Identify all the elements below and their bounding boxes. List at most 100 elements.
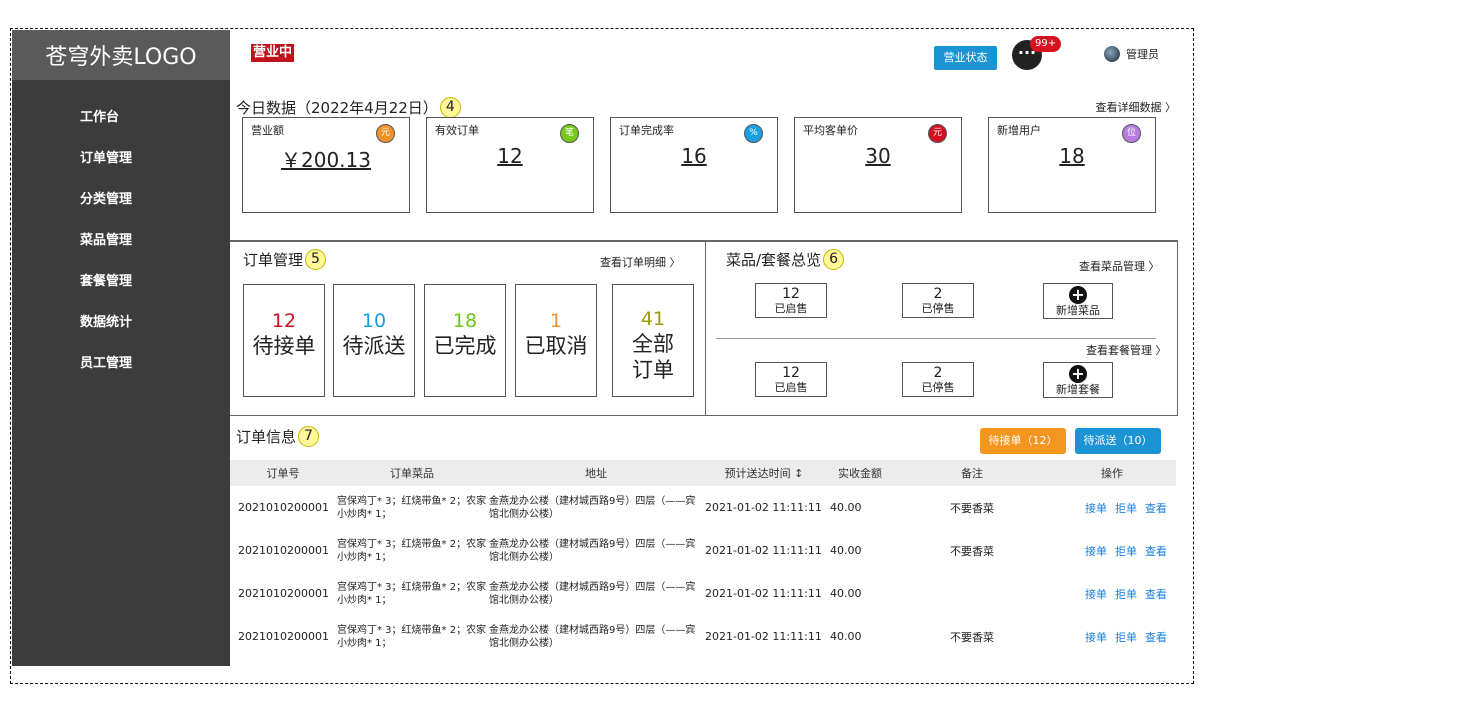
order-amount: 40.00 [830, 630, 862, 643]
order-note: 不要香菜 [950, 544, 994, 558]
order-note: 不要香菜 [950, 501, 994, 515]
order-id: 2021010200001 [238, 501, 329, 514]
sidebar-item-orders[interactable]: 订单管理 [80, 149, 230, 190]
view-order-detail-link[interactable]: 查看订单明细 〉 [600, 254, 681, 270]
order-amount: 40.00 [830, 587, 862, 600]
sidebar-item-workbench[interactable]: 工作台 [80, 108, 230, 149]
order-status-box[interactable]: 1 已取消 [515, 284, 597, 397]
section-marker-7: 7 [298, 426, 320, 447]
view-order-link[interactable]: 查看 [1145, 545, 1167, 558]
stat-icon: % [744, 124, 763, 143]
order-eta: 2021-01-02 11:11:11 [705, 630, 822, 643]
combo-off-sale-label: 已停售 [921, 381, 955, 394]
order-count: 12 [271, 310, 297, 332]
add-dish-button[interactable]: + 新增菜品 [1043, 283, 1113, 319]
dish-off-sale-box[interactable]: 2 已停售 [902, 283, 974, 318]
stat-value: 18 [1059, 144, 1085, 168]
view-order-link[interactable]: 查看 [1145, 631, 1167, 644]
view-detail-data-link[interactable]: 查看详细数据 〉 [1096, 99, 1177, 115]
sidebar-item-dishes[interactable]: 菜品管理 [80, 231, 230, 272]
view-combo-management-link[interactable]: 查看套餐管理 〉 [1086, 342, 1167, 358]
sidebar-item-categories[interactable]: 分类管理 [80, 190, 230, 231]
stat-value: 30 [865, 144, 891, 168]
app-logo: 苍穹外卖LOGO [12, 30, 230, 80]
col-amount: 实收金额 [824, 460, 896, 486]
order-address: 金燕龙办公楼（建材城西路9号）四层（——宾馆北侧办公楼） [489, 624, 696, 649]
business-status-button[interactable]: 营业状态 [934, 46, 997, 70]
accept-order-link[interactable]: 接单 [1085, 588, 1107, 601]
dish-on-sale-box[interactable]: 12 已启售 [755, 283, 827, 318]
combo-off-sale-box[interactable]: 2 已停售 [902, 362, 974, 397]
view-order-link[interactable]: 查看 [1145, 588, 1167, 601]
stat-label: 订单完成率 [619, 124, 674, 137]
order-address: 金燕龙办公楼（建材城西路9号）四层（——宾馆北侧办公楼） [489, 538, 696, 563]
order-count: 18 [452, 310, 478, 332]
order-status-box[interactable]: 41 全部 订单 [612, 284, 694, 397]
sidebar-item-combos[interactable]: 套餐管理 [80, 272, 230, 313]
order-id: 2021010200001 [238, 544, 329, 557]
col-dishes: 订单菜品 [336, 460, 488, 486]
stat-card: 订单完成率% 16 [610, 117, 778, 213]
order-dishes: 宫保鸡丁* 3；红烧带鱼* 2；农家小炒肉* 1； [337, 538, 487, 563]
order-status-label: 已取消 [524, 334, 588, 358]
sidebar-item-employees[interactable]: 员工管理 [80, 354, 230, 395]
col-eta[interactable]: 预计送达时间 ↕ [704, 460, 824, 486]
sidebar-nav: 工作台 订单管理 分类管理 菜品管理 套餐管理 数据统计 员工管理 [12, 80, 230, 395]
order-count: 41 [640, 308, 666, 330]
order-status-box[interactable]: 10 待派送 [333, 284, 415, 397]
order-eta: 2021-01-02 11:11:11 [705, 544, 822, 557]
order-management-section: 订单管理 5 查看订单明细 〉 12 待接单 10 待派送 18 已完成 1 已取消 41 全部 … [230, 241, 706, 416]
reject-order-link[interactable]: 拒单 [1115, 545, 1137, 558]
plus-icon: + [1069, 286, 1087, 304]
table-row: 2021010200001 宫保鸡丁* 3；红烧带鱼* 2；农家小炒肉* 1； 金燕… [230, 572, 1176, 615]
stat-value: 12 [497, 144, 523, 168]
combo-on-sale-box[interactable]: 12 已启售 [755, 362, 827, 397]
order-amount: 40.00 [830, 544, 862, 557]
order-actions: 接单拒单查看 [1048, 486, 1176, 529]
accept-order-link[interactable]: 接单 [1085, 545, 1107, 558]
order-note [896, 572, 1048, 615]
order-actions: 接单拒单查看 [1048, 658, 1176, 666]
order-id: 2021010200001 [230, 658, 336, 666]
section-marker-4: 4 [439, 97, 461, 118]
section-marker-5: 5 [305, 249, 327, 270]
order-address: 金燕龙办公楼（建材城西路9号）四层（——宾馆北侧办公楼） [489, 495, 696, 520]
sidebar-item-statistics[interactable]: 数据统计 [80, 313, 230, 354]
order-status-box[interactable]: 12 待接单 [243, 284, 325, 397]
pending-orders-button[interactable]: 待接单（12） [980, 428, 1066, 454]
combo-on-sale-label: 已启售 [774, 381, 808, 394]
message-badge: 99+ [1030, 36, 1062, 52]
reject-order-link[interactable]: 拒单 [1115, 502, 1137, 515]
dish-on-sale-label: 已启售 [774, 302, 808, 315]
col-actions: 操作 [1048, 460, 1176, 486]
view-dish-management-link[interactable]: 查看菜品管理 〉 [1079, 258, 1160, 274]
stat-value: 16 [681, 144, 707, 168]
add-combo-button[interactable]: + 新增套餐 [1043, 362, 1113, 398]
accept-order-link[interactable]: 接单 [1085, 502, 1107, 515]
admin-menu[interactable]: 管理员 [1104, 46, 1159, 62]
order-eta: 2021-01-02 11:11:11 [705, 587, 822, 600]
stat-value: ￥200.13 [281, 148, 371, 172]
app-window: 苍穹外卖LOGO 工作台 订单管理 分类管理 菜品管理 套餐管理 数据统计 员工… [12, 30, 1180, 666]
add-combo-label: 新增套餐 [1056, 383, 1100, 396]
order-title-text: 订单管理 [243, 251, 304, 269]
add-dish-label: 新增菜品 [1056, 304, 1100, 317]
reject-order-link[interactable]: 拒单 [1115, 631, 1137, 644]
order-info-title: 订单信息 7 [236, 426, 320, 447]
order-id: 2021010200001 [238, 630, 329, 643]
order-amount: 40.00 [830, 501, 862, 514]
stat-card: 平均客单价 元 30 [794, 117, 962, 213]
order-status-box[interactable]: 18 已完成 [424, 284, 506, 397]
reject-order-link[interactable]: 拒单 [1115, 588, 1137, 601]
accept-order-link[interactable]: 接单 [1085, 631, 1107, 644]
view-order-link[interactable]: 查看 [1145, 502, 1167, 515]
avatar [1104, 46, 1120, 62]
to-deliver-button[interactable]: 待派送（10） [1075, 428, 1161, 454]
table-row: 2021010200001 宫保鸡丁* 3；红烧带鱼* 2；农家小炒肉* 1； 金燕… [230, 486, 1176, 529]
order-actions: 接单拒单查看 [1048, 615, 1176, 658]
today-data-title: 今日数据（2022年4月22日） 4 [236, 97, 461, 118]
stat-icon: 元 [376, 124, 395, 143]
order-dishes: 宫保鸡丁* 3；红烧带鱼* 2；农家小炒肉* 1； [337, 495, 487, 520]
dish-overview-section: 菜品/套餐总览 6 查看菜品管理 〉 12 已启售 2 已停售 + 新增菜品 查… [705, 241, 1178, 416]
order-id: 2021010200001 [238, 587, 329, 600]
